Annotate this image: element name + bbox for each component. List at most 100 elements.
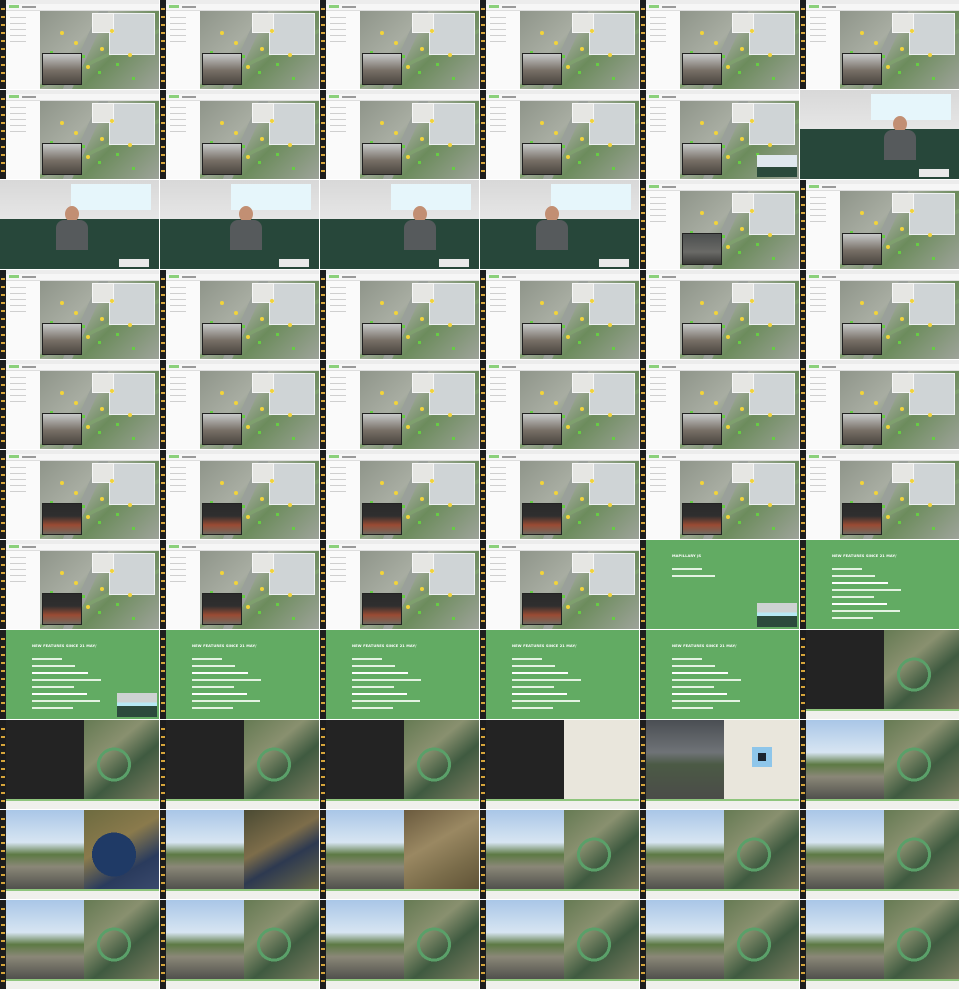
dock-icon (161, 956, 165, 958)
sequence-point (772, 257, 775, 260)
video-frame: NEW FEATURES SINCE 21 MAY/ (480, 630, 639, 719)
dock-icon (161, 776, 165, 778)
map-marker-icon (768, 233, 772, 237)
map-marker-icon (874, 311, 878, 315)
map-marker-icon (260, 47, 264, 51)
sidebar-line (490, 491, 506, 492)
app-header (646, 4, 799, 11)
dock-icon (1, 940, 5, 942)
dock-icon (161, 678, 165, 680)
sidebar-panel (806, 461, 840, 539)
app-header (166, 274, 319, 281)
sequence-point (132, 167, 135, 170)
map-marker-icon (910, 29, 914, 33)
street-view-inset (522, 53, 562, 85)
map-marker-icon (100, 587, 104, 591)
dock-icon (321, 908, 325, 910)
dock-icon (801, 278, 805, 280)
dock-icon (321, 310, 325, 312)
sidebar-line (170, 479, 186, 480)
sidebar-line (650, 17, 666, 18)
dock-icon (801, 24, 805, 26)
aerial-map (360, 371, 479, 449)
dock-icon (481, 858, 485, 860)
dock-icon (321, 122, 325, 124)
map-marker-icon (900, 227, 904, 231)
map-marker-icon (910, 299, 914, 303)
slide-title: NEW FEATURES SINCE 21 MAY/ (832, 554, 897, 558)
dock-icon (321, 376, 325, 378)
street-view-inset (362, 323, 402, 355)
dock-icon (481, 122, 485, 124)
dock-icon (1, 376, 5, 378)
sidebar-panel (806, 281, 840, 359)
dock-icon (161, 286, 165, 288)
dock-icon (801, 342, 805, 344)
sidebar-panel (486, 371, 520, 449)
dock-icon (641, 48, 645, 50)
app-menu-text (182, 96, 196, 98)
timeline-strip (806, 889, 959, 899)
aerial-map (680, 191, 799, 269)
sidebar-line (650, 41, 666, 42)
dock-icon (161, 40, 165, 42)
timeline-strip (326, 889, 479, 899)
dock-icon (1, 588, 5, 590)
sequence-point (932, 77, 935, 80)
sidebar-line (490, 299, 506, 300)
slide-bullet (832, 610, 900, 612)
app-logo-icon (809, 455, 819, 458)
video-frame (160, 810, 319, 899)
dock-icon (1, 170, 5, 172)
app-menu-text (182, 546, 196, 548)
dock-icon (1, 728, 5, 730)
sidebar-line (170, 305, 186, 306)
building-roof (909, 193, 955, 235)
dock-icon (321, 368, 325, 370)
dock-icon (641, 564, 645, 566)
building-roof (109, 103, 155, 145)
dock-icon (1, 350, 5, 352)
slide-bullet (672, 658, 702, 660)
dock-icon (481, 908, 485, 910)
app-menu-text (342, 276, 356, 278)
app-menu-text (342, 366, 356, 368)
timeline-strip (646, 979, 799, 989)
map-marker-icon (220, 571, 224, 575)
app-logo-icon (649, 5, 659, 8)
app-header (166, 94, 319, 101)
sidebar-line (330, 29, 346, 30)
street-photo (806, 720, 884, 801)
dock-icon (161, 932, 165, 934)
map-marker-icon (234, 401, 238, 405)
sequence-point (418, 161, 421, 164)
dock-icon (1, 482, 5, 484)
dock-icon (321, 506, 325, 508)
aerial-map (840, 371, 959, 449)
dock-icon (481, 662, 485, 664)
dock-icon (641, 964, 645, 966)
dock-icon (641, 662, 645, 664)
aerial-map (680, 281, 799, 359)
dock-icon (1, 8, 5, 10)
sidebar-panel (6, 461, 40, 539)
sidebar-line (330, 563, 346, 564)
dock-icon (801, 506, 805, 508)
app-header (646, 364, 799, 371)
sequence-point (258, 521, 261, 524)
map-marker-icon (260, 137, 264, 141)
sidebar-line (650, 221, 666, 222)
sequence-point (116, 603, 119, 606)
sequence-point (738, 431, 741, 434)
video-frame (640, 360, 799, 449)
dock-icon (801, 710, 805, 712)
sequence-point (82, 145, 85, 148)
app-header (486, 544, 639, 551)
slide-bullet (352, 700, 420, 702)
dock-icon (161, 556, 165, 558)
dock-icon (321, 916, 325, 918)
map-marker-icon (74, 491, 78, 495)
dock-icon (1, 32, 5, 34)
dock-icon (321, 924, 325, 926)
slide-bullet (352, 672, 408, 674)
